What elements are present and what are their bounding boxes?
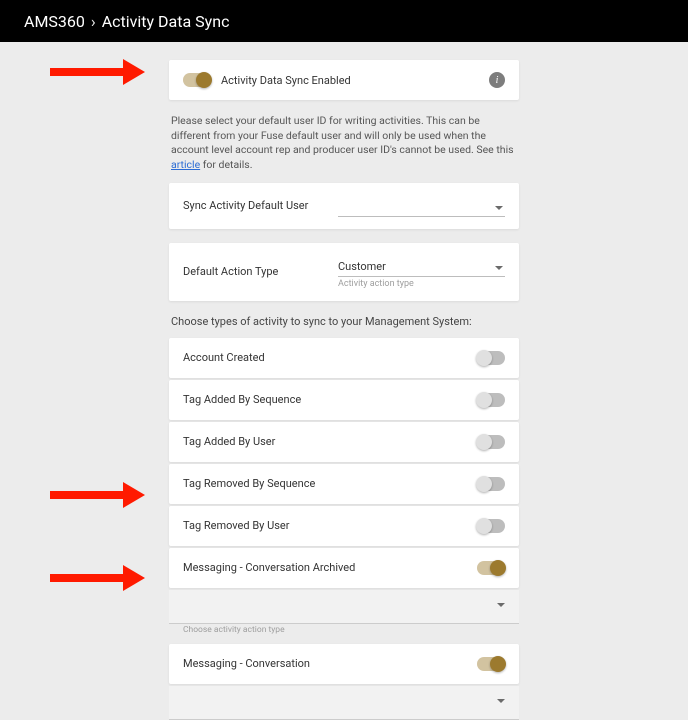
default-user-select[interactable]: [338, 195, 505, 217]
breadcrumb-separator: ›: [91, 12, 96, 31]
activity-toggle[interactable]: [477, 351, 505, 365]
default-action-hint: Activity action type: [338, 279, 505, 289]
activity-label: Tag Added By User: [183, 435, 477, 448]
activity-toggle[interactable]: [477, 657, 505, 671]
activity-row: Tag Added By User: [169, 422, 519, 462]
default-user-card: Sync Activity Default User: [169, 183, 519, 229]
activities-intro: Choose types of activity to sync to your…: [169, 315, 519, 328]
activity-toggle[interactable]: [477, 435, 505, 449]
chevron-down-icon: [495, 266, 503, 270]
activity-toggle[interactable]: [477, 477, 505, 491]
default-action-card: Default Action Type Customer Activity ac…: [169, 243, 519, 301]
default-action-label: Default Action Type: [183, 265, 338, 278]
chevron-down-icon: [495, 206, 503, 210]
activity-row: Messaging - Conversation: [169, 644, 519, 684]
chevron-down-icon: [497, 699, 505, 703]
activity-label: Tag Removed By Sequence: [183, 477, 477, 490]
activity-label: Tag Removed By User: [183, 519, 477, 532]
activity-label: Messaging - Conversation: [183, 657, 477, 670]
activity-list: Account Created Tag Added By Sequence Tag …: [169, 338, 519, 720]
activity-label: Account Created: [183, 351, 477, 364]
activity-action-type-select-wrap: Choose activity action type: [169, 590, 519, 624]
help-text: Please select your default user ID for w…: [169, 114, 519, 173]
activity-label: Messaging - Conversation Archived: [183, 561, 477, 574]
activity-action-type-select[interactable]: Choose activity action type: [169, 590, 519, 624]
activity-row: Tag Removed By Sequence: [169, 464, 519, 504]
default-action-select[interactable]: Customer: [338, 255, 505, 277]
default-user-label: Sync Activity Default User: [183, 199, 338, 212]
activity-row: Messaging - Conversation Archived: [169, 548, 519, 588]
activity-toggle[interactable]: [477, 519, 505, 533]
activity-row: Tag Removed By User: [169, 506, 519, 546]
info-icon[interactable]: i: [489, 72, 505, 88]
breadcrumb: AMS360 › Activity Data Sync: [0, 0, 688, 42]
activity-row: Tag Added By Sequence: [169, 380, 519, 420]
breadcrumb-page: Activity Data Sync: [102, 12, 230, 31]
enable-sync-toggle[interactable]: [183, 73, 211, 87]
activity-row: Account Created: [169, 338, 519, 378]
activity-action-type-select-wrap: [169, 686, 519, 720]
activity-toggle[interactable]: [477, 393, 505, 407]
activity-action-type-hint: Choose activity action type: [183, 625, 285, 635]
help-article-link[interactable]: article: [171, 158, 200, 171]
activity-label: Tag Added By Sequence: [183, 393, 477, 406]
activity-toggle[interactable]: [477, 561, 505, 575]
breadcrumb-root[interactable]: AMS360: [24, 12, 85, 31]
enable-sync-label: Activity Data Sync Enabled: [221, 74, 351, 87]
activity-action-type-select[interactable]: [169, 686, 519, 720]
chevron-down-icon: [497, 603, 505, 607]
enable-sync-card: Activity Data Sync Enabled i: [169, 60, 519, 100]
